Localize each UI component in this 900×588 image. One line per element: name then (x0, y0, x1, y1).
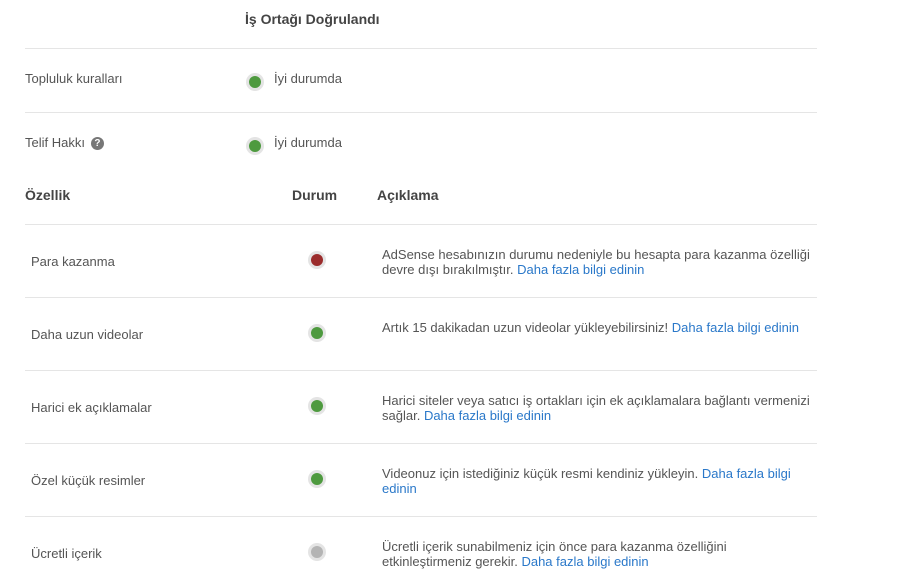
divider (25, 48, 817, 49)
divider (25, 516, 817, 517)
divider (25, 224, 817, 225)
learn-more-link[interactable]: Daha fazla bilgi edinin (521, 554, 648, 569)
status-dot-grey-icon (311, 546, 323, 558)
header-status: Durum (292, 187, 338, 203)
header-feature: Özellik (25, 187, 71, 203)
learn-more-link[interactable]: Daha fazla bilgi edinin (424, 408, 551, 423)
status-dot-green-icon (311, 473, 323, 485)
divider (25, 112, 817, 113)
feature-description: Videonuz için istediğiniz küçük resmi ke… (382, 466, 791, 496)
divider (25, 443, 817, 444)
learn-more-link[interactable]: Daha fazla bilgi edinin (672, 320, 799, 335)
divider (25, 297, 817, 298)
community-guidelines-label: Topluluk kuralları (25, 71, 123, 86)
status-dot-green-icon (249, 76, 261, 88)
feature-description: AdSense hesabınızın durumu nedeniyle bu … (382, 247, 810, 277)
feature-description: Ücretli içerik sunabilmeniz için önce pa… (382, 539, 727, 569)
community-guidelines-status: İyi durumda (274, 71, 342, 86)
header-description: Açıklama (377, 187, 439, 203)
feature-name: Harici ek açıklamalar (31, 400, 152, 415)
feature-name: Daha uzun videolar (31, 327, 144, 342)
feature-name: Ücretli içerik (31, 546, 102, 561)
copyright-status: İyi durumda (274, 135, 342, 150)
feature-description: Artık 15 dakikadan uzun videolar yükleye… (382, 320, 799, 335)
feature-name: Özel küçük resimler (31, 473, 146, 488)
help-icon[interactable]: ? (90, 137, 104, 151)
status-dot-green-icon (311, 327, 323, 339)
learn-more-link[interactable]: Daha fazla bilgi edinin (517, 262, 644, 277)
divider (25, 370, 817, 371)
status-dot-red-icon (311, 254, 323, 266)
feature-name: Para kazanma (31, 254, 115, 269)
feature-description: Harici siteler veya satıcı iş ortakları … (382, 393, 810, 423)
copyright-label: Telif Hakkı? (25, 135, 104, 151)
status-dot-green-icon (249, 140, 261, 152)
status-dot-green-icon (311, 400, 323, 412)
partner-verified-title: İş Ortağı Doğrulandı (245, 11, 380, 27)
